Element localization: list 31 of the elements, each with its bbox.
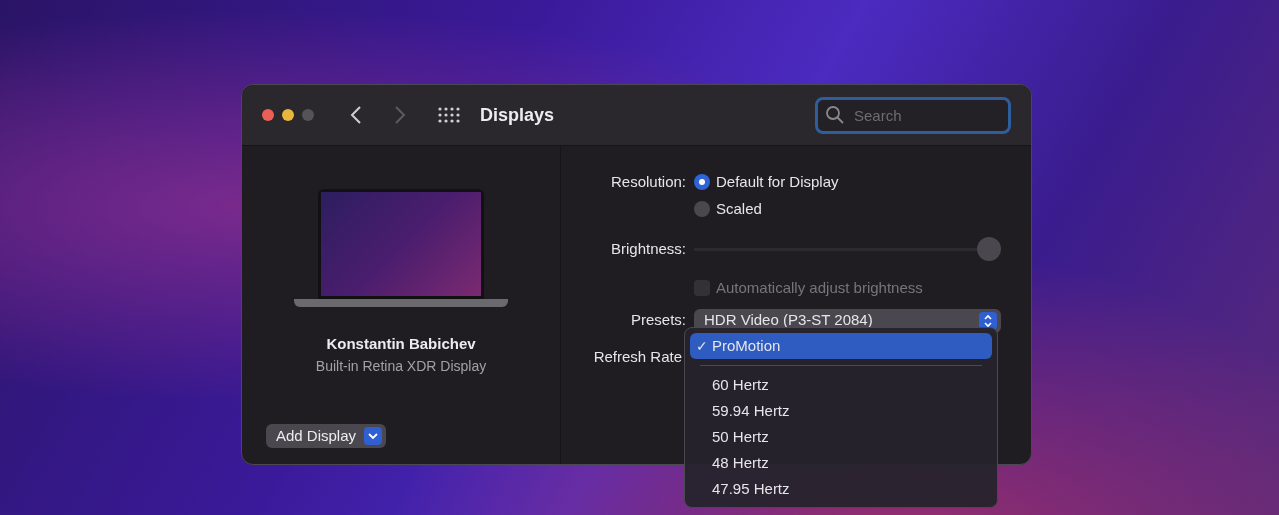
add-display-button[interactable]: Add Display — [266, 424, 387, 448]
display-name: Konstantin Babichev — [326, 334, 476, 354]
back-icon[interactable] — [350, 105, 362, 125]
menu-item[interactable]: ✓ ProMotion — [690, 333, 992, 359]
minimize-button[interactable] — [282, 109, 294, 121]
brightness-slider[interactable] — [694, 237, 1001, 261]
menu-item[interactable]: 48 Hertz — [690, 450, 992, 476]
zoom-button[interactable] — [302, 109, 314, 121]
brightness-label: Brightness: — [609, 238, 686, 259]
grid-icon[interactable] — [438, 107, 460, 123]
radio-button[interactable] — [694, 200, 710, 217]
search-icon — [825, 104, 845, 125]
menu-item[interactable]: 60 Hertz — [690, 372, 992, 398]
search-field[interactable]: Search — [815, 96, 1011, 134]
resolution-label: Resolution: — [609, 172, 686, 192]
radio-label: Scaled — [716, 198, 762, 219]
radio-button[interactable] — [694, 174, 710, 191]
slider-thumb[interactable] — [977, 236, 1001, 261]
radio-label: Default for Display — [716, 172, 839, 192]
checkbox-label: Automatically adjust brightness — [716, 278, 923, 298]
chevron-down-icon — [364, 427, 383, 445]
presets-label: Presets: — [629, 310, 686, 331]
close-button[interactable] — [262, 109, 274, 121]
menu-item[interactable]: 47.95 Hertz — [690, 476, 992, 502]
forward-icon[interactable] — [394, 105, 406, 125]
menu-item[interactable]: 59.94 Hertz — [690, 398, 992, 424]
refresh-rate-label: Refresh Rate — [593, 347, 682, 368]
stepper-icon — [979, 311, 997, 330]
display-description: Built-in Retina XDR Display — [315, 356, 487, 376]
menu-item[interactable]: 50 Hertz — [690, 424, 992, 450]
window-title: Displays — [480, 103, 555, 127]
